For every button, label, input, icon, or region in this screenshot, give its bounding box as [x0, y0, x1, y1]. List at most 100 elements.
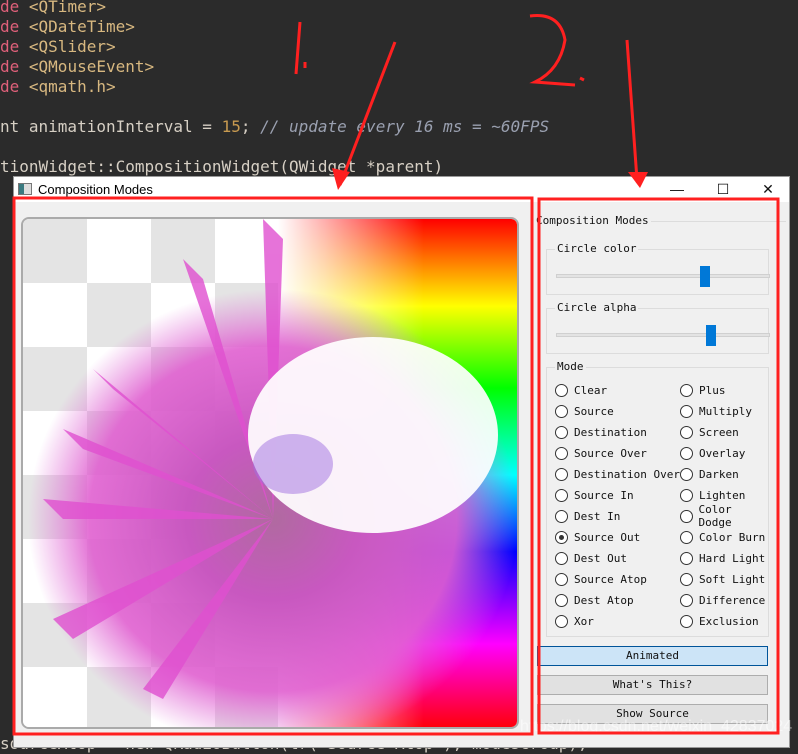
mode-radio-source-over[interactable]: Source Over: [555, 444, 647, 462]
mode-radio-darken[interactable]: Darken: [680, 465, 739, 483]
code-keyword: de: [0, 37, 29, 56]
radio-circle-icon[interactable]: [555, 530, 568, 544]
mode-radio-dest-out[interactable]: Dest Out: [555, 549, 627, 567]
mode-radio-lighten[interactable]: Lighten: [680, 486, 745, 504]
radio-label: Screen: [699, 425, 739, 439]
radio-circle-icon[interactable]: [555, 509, 568, 523]
code-line: de <QDateTime>: [0, 17, 135, 37]
radio-label: Hard Light: [699, 551, 766, 565]
radio-circle-icon[interactable]: [555, 551, 568, 565]
radio-circle-icon[interactable]: [555, 404, 568, 418]
maximize-button[interactable]: ☐: [700, 177, 746, 202]
circle-color-slider[interactable]: [556, 266, 770, 287]
slider-handle[interactable]: [699, 266, 710, 287]
radio-label: Source: [574, 404, 614, 418]
radio-label: Source In: [574, 488, 634, 502]
slider-handle[interactable]: [705, 325, 716, 346]
mode-radio-plus[interactable]: Plus: [680, 381, 726, 399]
radio-circle-icon[interactable]: [555, 488, 568, 502]
code-include: <QDateTime>: [28, 17, 135, 36]
code-line: de <QTimer>: [0, 0, 106, 17]
radio-circle-icon[interactable]: [680, 551, 693, 565]
code-comment: // update every 16 ms = ~60FPS: [260, 117, 550, 136]
radio-circle-icon[interactable]: [555, 383, 568, 397]
radio-circle-icon[interactable]: [680, 446, 693, 460]
code-line: tionWidget::CompositionWidget(QWidget *p…: [0, 157, 444, 176]
code-text: nt animationInterval =: [0, 117, 222, 136]
code-line: nt animationInterval = 15; // update eve…: [0, 117, 549, 137]
radio-circle-icon[interactable]: [680, 593, 693, 607]
radio-label: Source Over: [574, 446, 647, 460]
radio-circle-icon[interactable]: [555, 614, 568, 628]
close-button[interactable]: ✕: [745, 177, 791, 202]
code-include: <qmath.h>: [28, 77, 116, 96]
title-bar[interactable]: Composition Modes — ☐ ✕: [14, 177, 789, 202]
radio-label: Exclusion: [699, 614, 759, 628]
circle-alpha-slider[interactable]: [556, 325, 770, 346]
radio-circle-icon[interactable]: [680, 530, 693, 544]
code-include: <QMouseEvent>: [28, 57, 155, 76]
mode-radio-hard-light[interactable]: Hard Light: [680, 549, 765, 567]
radio-circle-icon[interactable]: [555, 425, 568, 439]
animated-button[interactable]: Animated: [537, 646, 768, 666]
radio-label: Xor: [574, 614, 594, 628]
code-number: 15: [221, 117, 241, 136]
mode-radio-overlay[interactable]: Overlay: [680, 444, 745, 462]
mode-group: Mode Clear Source Destination Source Over De…: [546, 360, 769, 637]
radio-label: Overlay: [699, 446, 746, 460]
mode-radio-source-atop[interactable]: Source Atop: [555, 570, 647, 588]
mode-radio-color-burn[interactable]: Color Burn: [680, 528, 765, 546]
radio-circle-icon[interactable]: [555, 572, 568, 586]
group-title: Composition Modes: [534, 214, 651, 227]
radio-circle-icon[interactable]: [680, 404, 693, 418]
mode-radio-source[interactable]: Source: [555, 402, 614, 420]
mode-radio-screen[interactable]: Screen: [680, 423, 739, 441]
mode-radio-clear[interactable]: Clear: [555, 381, 607, 399]
circle-color-label: Circle color: [555, 242, 639, 255]
watermark: https://blog.csdn.net/weixin_42837024: [520, 718, 793, 735]
mode-radio-dest-atop[interactable]: Dest Atop: [555, 591, 634, 609]
code-line: de <QSlider>: [0, 37, 116, 57]
radio-label: Soft Light: [699, 572, 766, 586]
composition-canvas[interactable]: [21, 217, 519, 729]
mode-radio-soft-light[interactable]: Soft Light: [680, 570, 765, 588]
radio-circle-icon[interactable]: [680, 614, 693, 628]
mode-radio-destination-over[interactable]: Destination Over: [555, 465, 680, 483]
minimize-button[interactable]: —: [654, 177, 700, 202]
code-line: de <QMouseEvent>: [0, 57, 154, 77]
code-keyword: de: [0, 77, 29, 96]
mode-radio-color-dodge[interactable]: Color Dodge: [680, 503, 768, 529]
radio-label: Darken: [699, 467, 739, 481]
mode-radio-destination[interactable]: Destination: [555, 423, 647, 441]
radio-label: Source Atop: [574, 572, 647, 586]
code-include: <QSlider>: [28, 37, 116, 56]
mode-radio-difference[interactable]: Difference: [680, 591, 765, 609]
annotation-arrow-2: [529, 14, 639, 181]
circle-alpha-group: Circle alpha: [546, 301, 770, 354]
mode-radio-dest-in[interactable]: Dest In: [555, 507, 620, 525]
mode-radio-source-in[interactable]: Source In: [555, 486, 634, 504]
mode-radio-exclusion[interactable]: Exclusion: [680, 612, 759, 630]
radio-circle-icon[interactable]: [555, 446, 568, 460]
radio-label: Source Out: [574, 530, 641, 544]
whats-this-button[interactable]: What's This?: [537, 675, 768, 695]
composition-modes-window: Composition Modes — ☐ ✕ Composition Mode…: [13, 176, 790, 748]
radio-circle-icon[interactable]: [555, 593, 568, 607]
radio-circle-icon[interactable]: [680, 488, 693, 502]
code-keyword: de: [0, 17, 29, 36]
radio-circle-icon[interactable]: [680, 509, 693, 523]
radio-circle-icon[interactable]: [680, 572, 693, 586]
radio-label: Difference: [699, 593, 766, 607]
mode-radio-multiply[interactable]: Multiply: [680, 402, 752, 420]
radio-circle-icon[interactable]: [680, 467, 693, 481]
window-title: Composition Modes: [38, 182, 153, 197]
code-line: de <qmath.h>: [0, 77, 116, 97]
radio-circle-icon[interactable]: [680, 425, 693, 439]
radio-circle-icon[interactable]: [680, 383, 693, 397]
mode-radio-source-out[interactable]: Source Out: [555, 528, 640, 546]
mode-radio-xor[interactable]: Xor: [555, 612, 594, 630]
radio-label: Destination: [574, 425, 647, 439]
code-include: <QTimer>: [28, 0, 106, 16]
radio-circle-icon[interactable]: [555, 467, 568, 481]
composition-render: [23, 219, 517, 727]
